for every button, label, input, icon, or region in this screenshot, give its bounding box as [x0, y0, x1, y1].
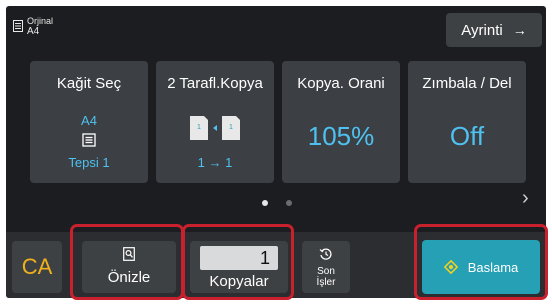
paper-tray-icon — [82, 133, 96, 147]
original-size: A4 — [27, 26, 40, 37]
staple-punch-value: Off — [449, 121, 485, 151]
copy-ratio-card[interactable]: Kopya. Orani 105% — [282, 61, 400, 183]
clear-all-label: CA — [21, 254, 53, 279]
history-clock-icon — [319, 248, 332, 260]
recent-jobs-label-line1: Son — [317, 266, 335, 277]
next-page-chevron-icon[interactable]: › — [522, 187, 529, 210]
page-indicator-inactive — [286, 200, 292, 206]
start-highlight-frame — [414, 224, 548, 300]
recent-jobs-button[interactable]: Son İşler — [302, 241, 350, 293]
recent-jobs-label-line2: İşler — [316, 277, 336, 288]
clear-all-button[interactable]: CA — [12, 241, 62, 293]
staple-punch-title: Zımbala / Del — [422, 75, 512, 92]
detail-button[interactable]: Ayrinti → — [446, 13, 542, 47]
duplex-mode-value: 1 → 1 — [197, 155, 233, 170]
original-document-icon — [13, 20, 23, 32]
preview-highlight-frame — [70, 224, 184, 300]
svg-text:1: 1 — [229, 124, 233, 131]
top-bar: Orjinal A4 Ayrinti → — [6, 6, 546, 52]
arrow-right-icon: → — [512, 22, 527, 38]
detail-button-label: Ayrinti — [461, 21, 503, 39]
copies-highlight-frame — [182, 224, 294, 300]
copy-ratio-value: 105% — [307, 121, 375, 151]
duplex-copy-title: 2 Tarafl.Kopya — [167, 75, 263, 92]
paper-size-value: A4 — [81, 113, 97, 128]
function-cards: Kağit Seç A4 Tepsi 1 2 Tarafl.Kopya 1 1 … — [30, 61, 526, 183]
copy-ratio-title: Kopya. Orani — [297, 75, 385, 92]
svg-text:1: 1 — [197, 124, 201, 131]
paper-tray-value: Tepsi 1 — [68, 155, 110, 170]
staple-punch-card[interactable]: Zımbala / Del Off — [408, 61, 526, 183]
paper-select-title: Kağit Seç — [56, 75, 122, 92]
page-indicator-active — [262, 200, 268, 206]
duplex-mode-icon: 1 1 — [190, 116, 240, 140]
paper-select-card[interactable]: Kağit Seç A4 Tepsi 1 — [30, 61, 148, 183]
duplex-copy-card[interactable]: 2 Tarafl.Kopya 1 1 1 → 1 — [156, 61, 274, 183]
original-label: Orjinal — [27, 16, 54, 26]
